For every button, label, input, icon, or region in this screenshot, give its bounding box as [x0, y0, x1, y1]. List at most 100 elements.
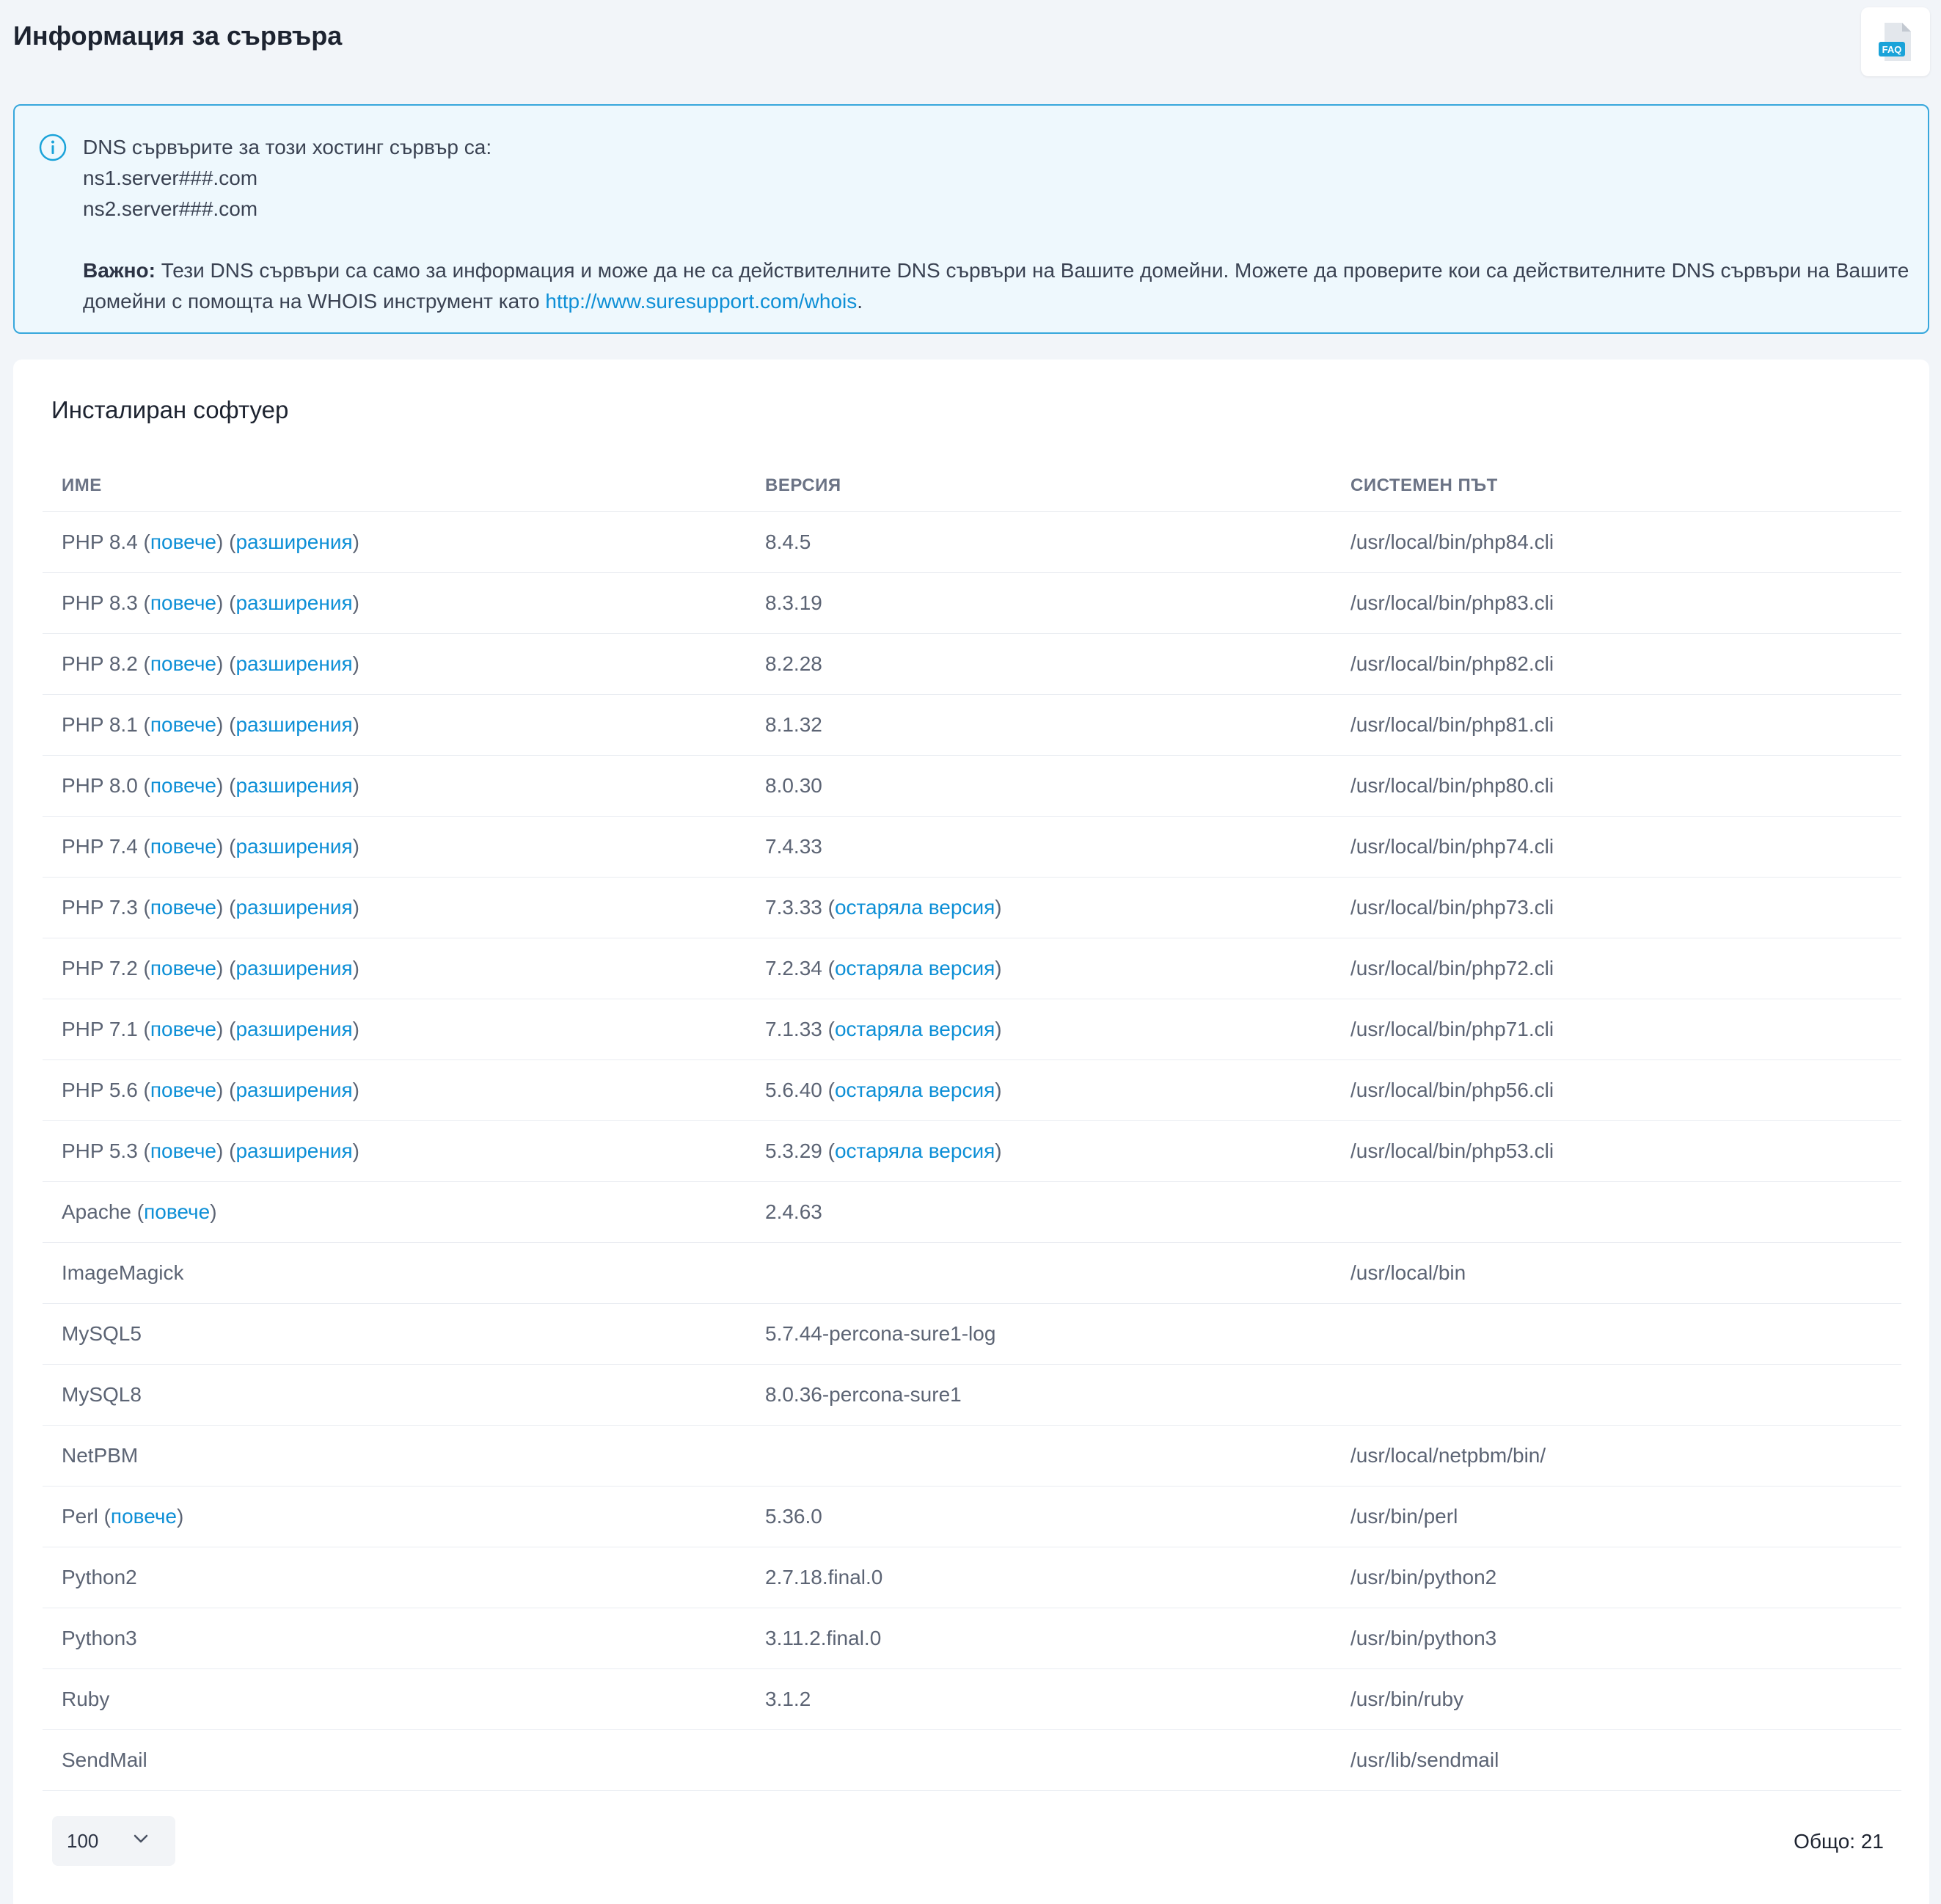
more-link[interactable]: повече [150, 896, 216, 919]
more-link[interactable]: повече [150, 1079, 216, 1101]
outdated-version-link[interactable]: остаряла версия [835, 1079, 995, 1101]
software-version: 8.0.36-percona-sure1 [765, 1383, 962, 1406]
cell-version: 2.4.63 [765, 1200, 1350, 1224]
system-path: /usr/bin/python3 [1350, 1627, 1497, 1649]
cell-name: MySQL8 [43, 1383, 765, 1407]
cell-version: 2.7.18.final.0 [765, 1566, 1350, 1589]
software-name: NetPBM [62, 1444, 139, 1467]
cell-version: 7.3.33 (остаряла версия) [765, 896, 1002, 919]
extensions-link[interactable]: разширения [235, 1079, 352, 1101]
system-path: /usr/local/bin/php73.cli [1350, 896, 1554, 919]
software-version: 8.4.5 [765, 530, 811, 553]
cell-path: /usr/lib/sendmail [1350, 1748, 1901, 1772]
software-name: SendMail [62, 1748, 147, 1771]
more-link[interactable]: повече [150, 1018, 216, 1040]
extensions-link[interactable]: разширения [235, 591, 352, 614]
table-row: PHP 7.1 (повече) (разширения) 7.1.33 (ост… [43, 999, 1901, 1060]
cell-version: 8.3.19 [765, 591, 1350, 615]
cell-name: PHP 8.4 (повече) (разширения) [62, 530, 359, 553]
extensions-link[interactable]: разширения [235, 774, 352, 797]
extensions-link[interactable]: разширения [235, 713, 352, 736]
software-title: Инсталиран софтуер [51, 396, 289, 423]
software-name: ImageMagick [62, 1261, 184, 1284]
cell-version: 5.6.40 (остаряла версия) [765, 1079, 1002, 1101]
software-version: 7.1.33 [765, 1018, 822, 1040]
total-count: Общо: 21 [1794, 1830, 1884, 1853]
software-name: Python2 [62, 1566, 137, 1589]
system-path: /usr/lib/sendmail [1350, 1748, 1499, 1771]
table-row: MySQL5 5.7.44-percona-sure1-log [43, 1304, 1901, 1365]
faq-icon-label: FAQ [1882, 44, 1902, 55]
outdated-version-link[interactable]: остаряла версия [835, 1139, 995, 1162]
cell-name: Ruby [43, 1688, 765, 1711]
faq-document-icon: FAQ [1879, 23, 1911, 61]
system-path: /usr/local/netpbm/bin/ [1350, 1444, 1546, 1467]
system-path: /usr/local/bin/php82.cli [1350, 652, 1554, 675]
software-version: 7.4.33 [765, 835, 822, 858]
extensions-link[interactable]: разширения [235, 1139, 352, 1162]
important-label: Важно: [83, 259, 156, 282]
extensions-link[interactable]: разширения [235, 896, 352, 919]
outdated-version-link[interactable]: остаряла версия [835, 896, 995, 919]
software-version: 8.1.32 [765, 713, 822, 736]
page-size-select[interactable]: 100 [52, 1816, 175, 1866]
extensions-link[interactable]: разширения [235, 652, 352, 675]
info-text: DNS сървърите за този хостинг сървър са:… [83, 132, 1917, 317]
software-name: MySQL5 [62, 1322, 142, 1345]
outdated-version-link[interactable]: остаряла версия [835, 957, 995, 980]
software-version: 8.3.19 [765, 591, 822, 614]
extensions-link[interactable]: разширения [235, 957, 352, 980]
table-header: ИМЕ ВЕРСИЯ СИСТЕМЕН ПЪТ [43, 459, 1901, 512]
cell-name: PHP 8.3 (повече) (разширения) [62, 591, 359, 614]
more-link[interactable]: повече [150, 1139, 216, 1162]
more-link[interactable]: повече [150, 835, 216, 858]
ns1-value: ns1.server###.com [83, 167, 258, 189]
cell-version: 3.1.2 [765, 1688, 1350, 1711]
more-link[interactable]: повече [150, 652, 216, 675]
table-row: NetPBM/usr/local/netpbm/bin/ [43, 1426, 1901, 1487]
extensions-link[interactable]: разширения [235, 835, 352, 858]
ns2-value: ns2.server###.com [83, 197, 258, 220]
dns-heading: DNS сървърите за този хостинг сървър са: [83, 136, 492, 158]
more-link[interactable]: повече [150, 530, 216, 553]
software-version: 3.1.2 [765, 1688, 811, 1710]
software-name: PHP 7.2 [62, 957, 138, 980]
outdated-version-link[interactable]: остаряла версия [835, 1018, 995, 1040]
cell-version: 7.1.33 (остаряла версия) [765, 1018, 1002, 1040]
cell-name: Python3 [43, 1627, 765, 1650]
cell-path: /usr/bin/python3 [1350, 1627, 1901, 1650]
faq-button[interactable]: FAQ [1861, 7, 1930, 76]
cell-name: NetPBM [43, 1444, 765, 1467]
software-name: Ruby [62, 1688, 110, 1710]
cell-version: 8.0.30 [765, 774, 1350, 798]
whois-link[interactable]: http://www.suresupport.com/whois [545, 290, 857, 313]
extensions-link[interactable]: разширения [235, 530, 352, 553]
more-link[interactable]: повече [150, 774, 216, 797]
more-link[interactable]: повече [150, 957, 216, 980]
important-end: . [857, 290, 863, 313]
table-body: PHP 8.4 (повече) (разширения) 8.4.5/usr/l… [43, 512, 1901, 1791]
software-version: 5.3.29 [765, 1139, 822, 1162]
cell-name: PHP 8.2 (повече) (разширения) [62, 652, 359, 675]
software-version: 3.11.2.final.0 [765, 1627, 882, 1649]
system-path: /usr/local/bin/php72.cli [1350, 957, 1554, 980]
more-link[interactable]: повече [144, 1200, 210, 1223]
cell-version: 7.4.33 [765, 835, 1350, 858]
table-row: Apache (повече) 2.4.63 [43, 1182, 1901, 1243]
cell-path: /usr/bin/ruby [1350, 1688, 1901, 1711]
cell-name: Python2 [43, 1566, 765, 1589]
cell-version: 8.1.32 [765, 713, 1350, 737]
installed-software-card: Инсталиран софтуер ИМЕ ВЕРСИЯ СИСТЕМЕН П… [13, 360, 1929, 1904]
more-link[interactable]: повече [111, 1505, 177, 1528]
software-version: 8.2.28 [765, 652, 822, 675]
software-name: PHP 7.3 [62, 896, 138, 919]
software-name: PHP 8.1 [62, 713, 138, 736]
cell-path: /usr/local/bin/php53.cli [1350, 1139, 1901, 1163]
more-link[interactable]: повече [150, 713, 216, 736]
software-name: PHP 8.3 [62, 591, 138, 614]
extensions-link[interactable]: разширения [235, 1018, 352, 1040]
more-link[interactable]: повече [150, 591, 216, 614]
page-size-value: 100 [67, 1829, 99, 1852]
table-row: MySQL8 8.0.36-percona-sure1 [43, 1365, 1901, 1426]
table-row: Python2 2.7.18.final.0/usr/bin/python2 [43, 1547, 1901, 1608]
